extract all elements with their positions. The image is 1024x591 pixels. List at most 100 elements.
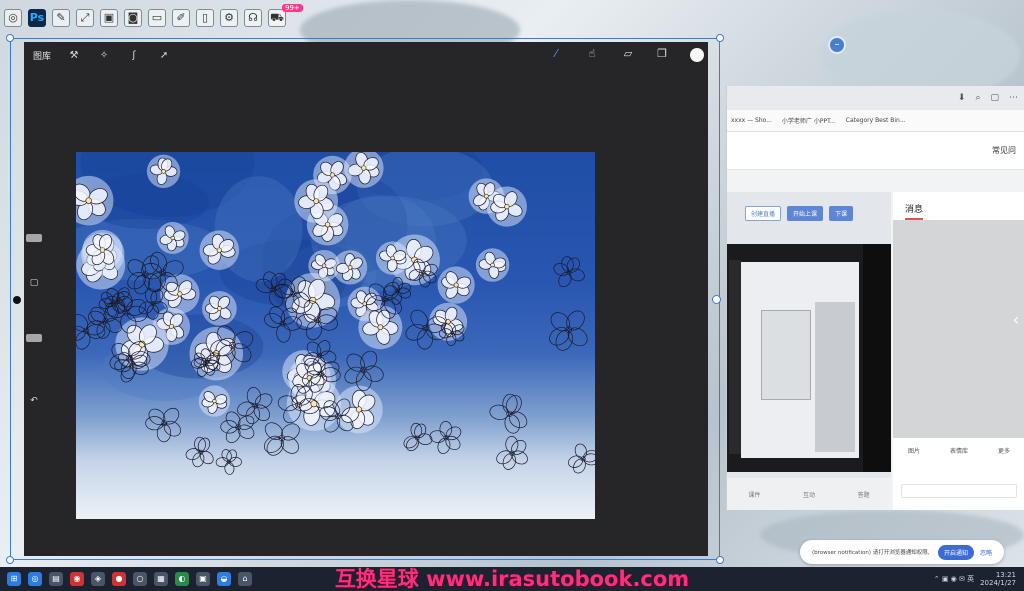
files-icon[interactable]: ▤ bbox=[49, 572, 63, 586]
search-icon[interactable]: ◎ bbox=[28, 572, 42, 586]
eraser-icon[interactable]: ▱ bbox=[620, 47, 636, 60]
color-picker-icon[interactable] bbox=[690, 48, 704, 62]
flower bbox=[215, 449, 242, 475]
message-input[interactable] bbox=[901, 484, 1017, 498]
bookmark-item[interactable]: xxxx — Sho... bbox=[731, 117, 772, 124]
ppt-icon[interactable]: ◐ bbox=[175, 572, 189, 586]
undo-icon[interactable]: ↶ bbox=[28, 394, 40, 408]
resize-handle[interactable] bbox=[712, 295, 721, 304]
flower bbox=[146, 154, 181, 189]
clock[interactable]: 13:21 2024/1/27 bbox=[980, 571, 1016, 587]
fullscreen-icon[interactable]: ⤢ bbox=[76, 9, 94, 27]
resize-handle[interactable] bbox=[6, 556, 14, 564]
transform-icon[interactable]: ➚ bbox=[157, 50, 171, 61]
flower-artwork bbox=[76, 152, 595, 475]
procreate-sidebar: ▢ ↶ bbox=[24, 222, 44, 472]
start-class-button[interactable]: 开始上课 bbox=[787, 206, 824, 221]
page-header: 常见问 bbox=[727, 132, 1024, 170]
clock-time: 13:21 bbox=[995, 571, 1016, 579]
chevron-left-icon[interactable]: ‹ bbox=[1013, 310, 1019, 329]
system-tray: ⌃ ▣ ◉ ✉ 英 13:21 2024/1/27 bbox=[934, 571, 1016, 587]
create-live-button[interactable]: 创建直播 bbox=[745, 206, 782, 221]
record-icon[interactable]: ● bbox=[112, 572, 126, 586]
magic-wand-icon[interactable]: ✧ bbox=[97, 50, 111, 61]
image-tool[interactable]: 图片 bbox=[908, 446, 920, 472]
message-tools: 图片 表情库 更多 bbox=[893, 446, 1024, 472]
flower bbox=[429, 421, 462, 454]
drawing-canvas[interactable] bbox=[76, 152, 595, 519]
monitor-icon[interactable]: ▭ bbox=[148, 9, 166, 27]
browser-toolbar: ⬇ ⌕ ▢ ⋯ bbox=[727, 86, 1024, 110]
circle-app-icon[interactable]: ○ bbox=[133, 572, 147, 586]
chat-icon[interactable]: ◈ bbox=[91, 572, 105, 586]
resize-handle[interactable] bbox=[6, 34, 14, 42]
messages-panel: 消息 ‹ 图片 表情库 更多 bbox=[893, 192, 1024, 510]
app-icon[interactable]: ◎ bbox=[4, 9, 22, 27]
flower bbox=[486, 186, 527, 227]
more-tool[interactable]: 更多 bbox=[998, 446, 1010, 472]
preview-right-panel bbox=[815, 302, 855, 452]
flower bbox=[496, 436, 528, 470]
flower bbox=[549, 310, 588, 351]
flower bbox=[437, 266, 475, 304]
brush-icon[interactable]: ✎ bbox=[52, 9, 70, 27]
capture-icon[interactable]: ▣ bbox=[100, 9, 118, 27]
brush-size-slider[interactable] bbox=[26, 234, 42, 242]
flower bbox=[82, 229, 123, 271]
more-icon[interactable]: ⋯ bbox=[1009, 93, 1018, 103]
taskbar: ⊞ ◎ ▤ ◉ ◈ ● ○ ▦ ◐ ▣ ◒ ⌂ ⌃ ▣ ◉ ✉ 英 13:21 … bbox=[0, 567, 1024, 591]
bookmark-bar: xxxx — Sho... 小学老师广 小PPT... Category Bes… bbox=[727, 110, 1024, 132]
dev-icon[interactable]: ▦ bbox=[154, 572, 168, 586]
bookmark-item[interactable]: 小学老师广 小PPT... bbox=[782, 116, 836, 125]
shortcut-bar: ◎ Ps ✎ ⤢ ▣ ◙ ▭ ✐ ▯ ⚙ ☊ ⛟ bbox=[0, 0, 300, 36]
emoji-tool[interactable]: 表情库 bbox=[950, 446, 968, 472]
floating-ball-icon[interactable]: – bbox=[828, 36, 846, 54]
edge-icon[interactable]: ◒ bbox=[217, 572, 231, 586]
answer-tab[interactable]: 答题 bbox=[858, 490, 870, 499]
brush-icon[interactable]: ⁄ bbox=[548, 47, 564, 60]
app-task-icon[interactable]: ⌂ bbox=[238, 572, 252, 586]
flower bbox=[145, 407, 181, 443]
search-icon[interactable]: ⌕ bbox=[975, 93, 980, 103]
flower bbox=[76, 314, 106, 350]
message-area: ‹ bbox=[893, 220, 1024, 438]
flower bbox=[237, 387, 273, 425]
layers-icon[interactable]: ❐ bbox=[654, 47, 670, 60]
headset-icon[interactable]: ☊ bbox=[244, 9, 262, 27]
enable-notification-button[interactable]: 开启通知 bbox=[938, 544, 975, 560]
flower bbox=[375, 241, 410, 275]
interact-tab[interactable]: 互动 bbox=[803, 490, 815, 499]
flower bbox=[185, 436, 214, 468]
ps-task-icon[interactable]: ▣ bbox=[196, 572, 210, 586]
flower bbox=[220, 411, 255, 443]
browser-icon[interactable]: ◉ bbox=[70, 572, 84, 586]
tab-messages[interactable]: 消息 bbox=[893, 192, 1024, 215]
camera-icon[interactable]: ◙ bbox=[124, 9, 142, 27]
tablet-icon[interactable]: ▯ bbox=[196, 9, 214, 27]
camera-dot bbox=[13, 296, 21, 304]
modify-icon[interactable]: ▢ bbox=[28, 276, 40, 290]
photoshop-icon[interactable]: Ps bbox=[28, 9, 46, 27]
faq-link[interactable]: 常见问 bbox=[992, 145, 1016, 156]
resize-handle[interactable] bbox=[716, 34, 724, 42]
download-icon[interactable]: ⬇ bbox=[958, 93, 966, 103]
smudge-icon[interactable]: ☝ bbox=[584, 47, 600, 60]
bookmark-item[interactable]: Category Best Bin... bbox=[846, 117, 906, 124]
selection-icon[interactable]: ʃ bbox=[127, 50, 141, 61]
resize-handle[interactable] bbox=[716, 556, 724, 564]
courseware-tab[interactable]: 课件 bbox=[748, 490, 760, 499]
flower bbox=[332, 250, 368, 285]
tray-icons[interactable]: ⌃ ▣ ◉ ✉ 英 bbox=[934, 574, 974, 584]
ignore-button[interactable]: 忽略 bbox=[980, 548, 992, 557]
notification-text: (browser notification) 请打开浏览器通知权限, 以便接收重… bbox=[812, 550, 932, 556]
start-icon[interactable]: ⊞ bbox=[7, 572, 21, 586]
flower bbox=[263, 422, 300, 456]
settings-icon[interactable]: ⚙ bbox=[220, 9, 238, 27]
end-class-button[interactable]: 下课 bbox=[829, 206, 854, 221]
flower bbox=[475, 248, 510, 282]
opacity-slider[interactable] bbox=[26, 334, 42, 342]
pen-icon[interactable]: ✐ bbox=[172, 9, 190, 27]
wrench-icon[interactable]: ⚒ bbox=[67, 50, 81, 61]
window-icon[interactable]: ▢ bbox=[990, 93, 999, 103]
gallery-button[interactable]: 图库 bbox=[33, 49, 51, 62]
